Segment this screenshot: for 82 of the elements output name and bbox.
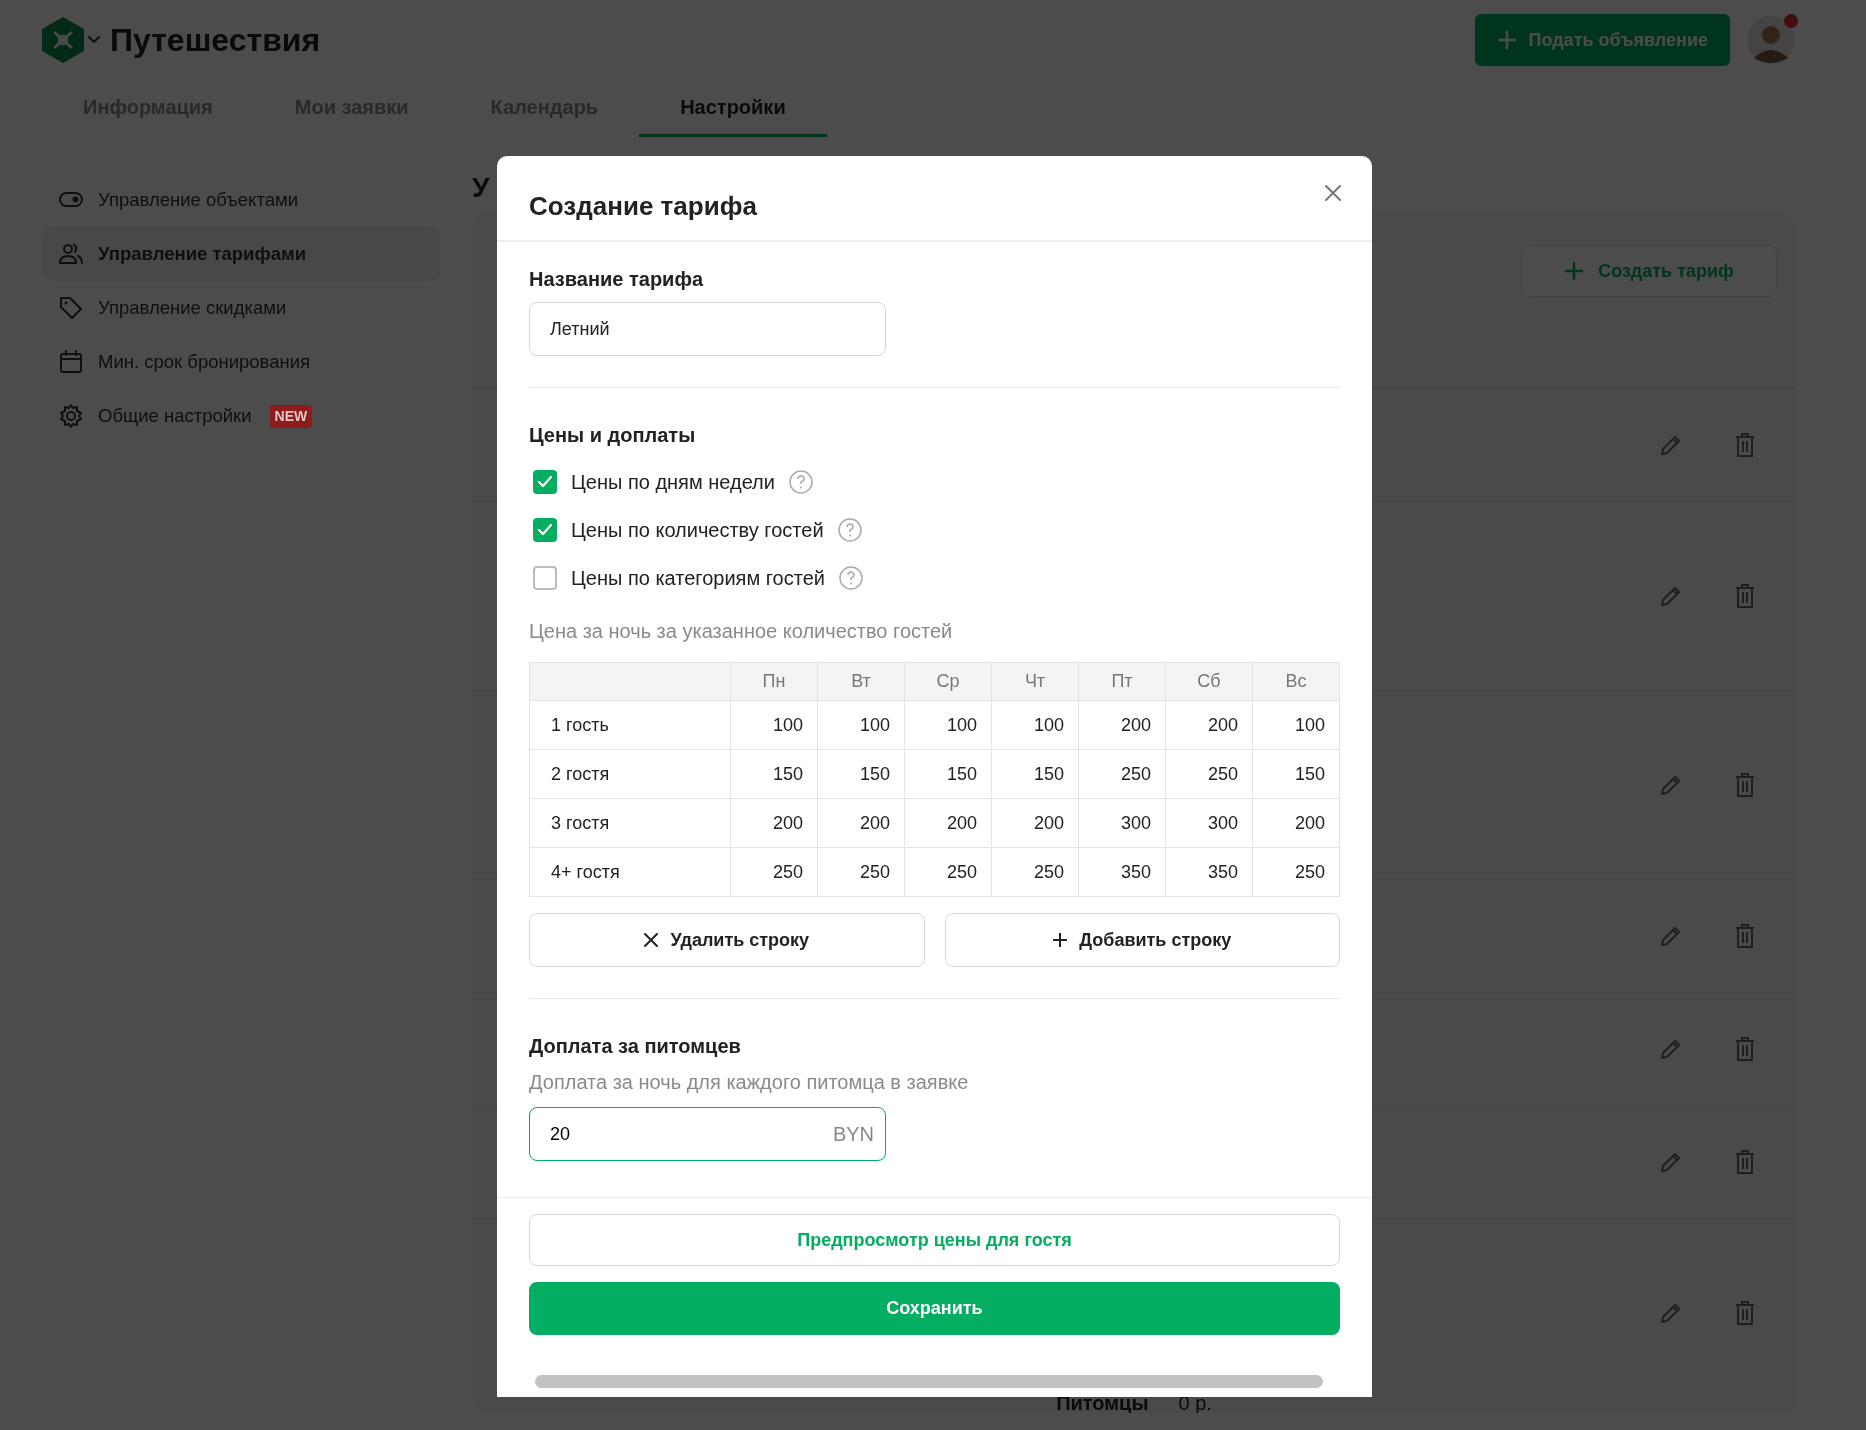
table-cell[interactable]: 300 [1078, 798, 1166, 848]
plus-icon [1053, 933, 1068, 947]
table-cell[interactable]: 100 [904, 700, 992, 750]
option-label: Цены по количеству гостей [571, 518, 824, 543]
table-cell[interactable]: 250 [1078, 749, 1166, 799]
table-cell[interactable]: 150 [730, 749, 818, 799]
name-field[interactable]: Летний [529, 302, 886, 356]
table-cell[interactable]: 100 [817, 700, 905, 750]
plus-icon [1564, 261, 1585, 281]
check-icon [538, 524, 552, 536]
logo-icon [40, 16, 86, 64]
table-cell[interactable]: 200 [1078, 700, 1166, 750]
scrollbar[interactable] [535, 1375, 1323, 1388]
settings-icon [58, 403, 84, 429]
option-label: Цены по дням недели [571, 470, 775, 495]
row-header: 1 гость [529, 700, 731, 750]
trash-icon[interactable] [1734, 772, 1756, 798]
trash-icon[interactable] [1734, 1300, 1756, 1326]
help-icon[interactable] [838, 566, 863, 590]
option-label: Цены по категориям гостей [571, 566, 825, 591]
table-cell[interactable]: 100 [730, 700, 818, 750]
checkbox[interactable] [533, 518, 557, 542]
currency-label: BYN [832, 1122, 874, 1147]
new-badge: NEW [269, 405, 313, 428]
row-header: 3 гостя [529, 798, 731, 848]
row-header: 4+ гостя [529, 847, 731, 897]
table-cell[interactable]: 250 [904, 847, 992, 897]
calendar-icon [58, 349, 84, 375]
add-row-button[interactable]: Добавить строку [944, 913, 1340, 967]
table-cell[interactable]: 300 [1165, 798, 1253, 848]
checkbox[interactable] [533, 470, 557, 494]
field-label: Название тарифа [529, 267, 705, 292]
column-header: Сб [1165, 662, 1253, 701]
table-cell[interactable]: 150 [991, 749, 1079, 799]
avatar[interactable] [1746, 14, 1796, 66]
trash-icon[interactable] [1734, 432, 1756, 458]
help-icon[interactable] [837, 518, 862, 542]
section-heading: Цены и доплаты [529, 423, 697, 448]
hint-text: Доплата за ночь для каждого питомца в заявке [529, 1070, 970, 1095]
modal-title: Создание тарифа [529, 190, 757, 223]
table-cell[interactable]: 350 [1078, 847, 1166, 897]
hint-text: Цена за ночь за указанное количество гостей [529, 619, 954, 644]
column-header: Чт [991, 662, 1079, 701]
table-cell[interactable]: 150 [817, 749, 905, 799]
section-heading: Доплата за питомцев [529, 1034, 742, 1059]
table-cell[interactable]: 200 [817, 798, 905, 848]
close-icon [644, 933, 659, 947]
table-cell[interactable]: 100 [1252, 700, 1340, 750]
table-cell[interactable]: 150 [1252, 749, 1340, 799]
chevron-down-icon[interactable] [86, 34, 102, 46]
column-header: Вс [1252, 662, 1340, 701]
table-cell[interactable]: 200 [1252, 798, 1340, 848]
table-cell[interactable]: 150 [904, 749, 992, 799]
check-icon [538, 476, 552, 488]
checkbox[interactable] [533, 566, 557, 590]
plus-icon [1496, 30, 1517, 50]
table-cell[interactable]: 200 [991, 798, 1079, 848]
column-header: Пт [1078, 662, 1166, 701]
row-header: 2 гостя [529, 749, 731, 799]
table-cell[interactable]: 200 [1165, 700, 1253, 750]
users-icon [58, 241, 84, 267]
column-header: Вт [817, 662, 905, 701]
table-cell[interactable]: 200 [730, 798, 818, 848]
table-cell[interactable]: 200 [904, 798, 992, 848]
trash-icon[interactable] [1734, 1036, 1756, 1062]
trash-icon[interactable] [1734, 1149, 1756, 1175]
page-heading: У [472, 171, 490, 205]
table-cell[interactable]: 250 [1165, 749, 1253, 799]
app-title: Путешествия [110, 21, 321, 60]
delete-row-button[interactable]: Удалить строку [529, 913, 925, 967]
table-cell[interactable]: 250 [991, 847, 1079, 897]
table-cell[interactable]: 250 [1252, 847, 1340, 897]
table-cell[interactable]: 100 [991, 700, 1079, 750]
trash-icon[interactable] [1734, 923, 1756, 949]
trash-icon[interactable] [1734, 583, 1756, 609]
table-cell[interactable]: 250 [730, 847, 818, 897]
column-header: Пн [730, 662, 818, 701]
column-header: Ср [904, 662, 992, 701]
table-cell[interactable]: 350 [1165, 847, 1253, 897]
table-cell[interactable]: 250 [817, 847, 905, 897]
help-icon[interactable] [788, 470, 813, 494]
tag-icon [58, 295, 84, 321]
